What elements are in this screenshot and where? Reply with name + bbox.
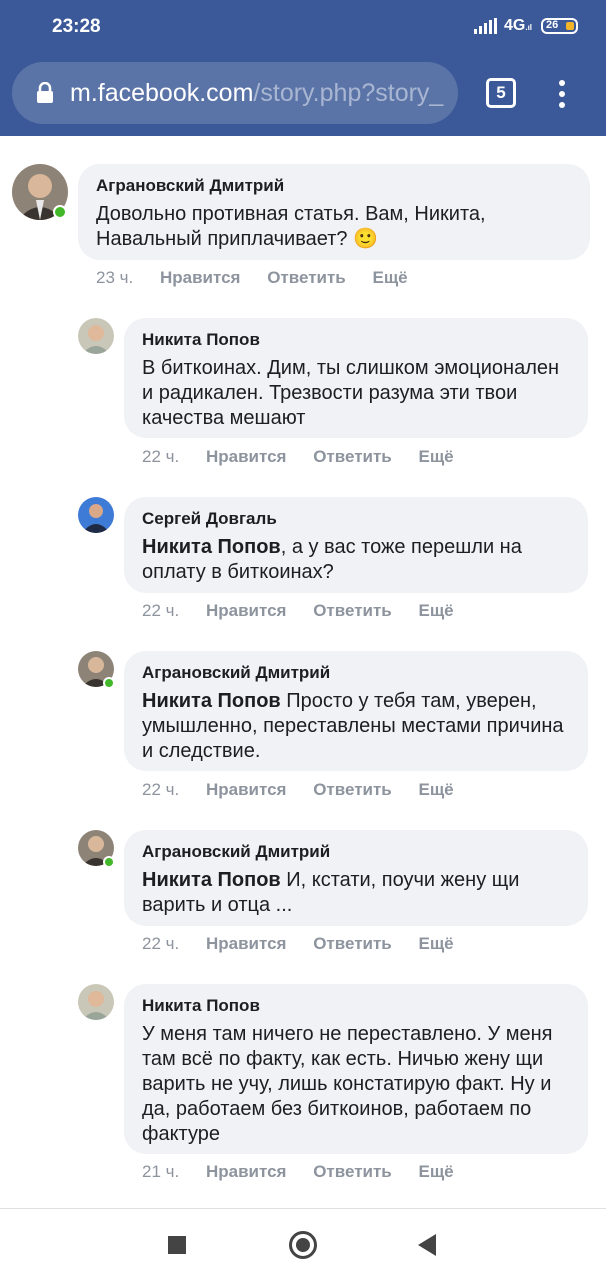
comment-time: 22 ч. (142, 447, 180, 466)
lock-icon (37, 82, 53, 103)
comment-text: У меня там ничего не переставлено. У мен… (142, 1023, 553, 1145)
comment-time: 22 ч. (142, 601, 180, 620)
comment-text: Никита Попов Просто у тебя там, уверен, … (142, 690, 564, 762)
comment-bubble[interactable]: Никита Попов У меня там ничего не перест… (124, 984, 588, 1154)
comment-author[interactable]: Никита Попов (142, 330, 570, 350)
comment-text: Никита Попов, а у вас тоже перешли на оп… (142, 536, 522, 583)
reply-button[interactable]: Ответить (313, 601, 392, 620)
avatar[interactable] (78, 497, 114, 533)
url-text[interactable]: m.facebook.com/story.php?story_ (70, 79, 450, 108)
comment-author[interactable]: Аграновский Дмитрий (142, 663, 570, 683)
comment-actions: 23 ч. Нравится Ответить Ещё (96, 268, 430, 288)
signal-icon (474, 18, 497, 34)
comment-text: Довольно противная статья. Вам, Никита, … (96, 203, 486, 250)
like-button[interactable]: Нравится (160, 268, 241, 287)
comment-actions: 22 ч. Нравится Ответить Ещё (142, 780, 476, 800)
comment-time: 22 ч. (142, 934, 180, 953)
online-status-icon (103, 856, 115, 868)
comment-bubble[interactable]: Аграновский Дмитрий Довольно противная с… (78, 164, 590, 260)
comment-author[interactable]: Аграновский Дмитрий (96, 176, 572, 196)
comment-time: 23 ч. (96, 268, 134, 287)
comment-author[interactable]: Сергей Довгаль (142, 509, 570, 529)
like-button[interactable]: Нравится (206, 601, 287, 620)
reply-button[interactable]: Ответить (313, 1162, 392, 1181)
like-button[interactable]: Нравится (206, 1162, 287, 1181)
tab-switcher-button[interactable]: 5 (486, 78, 516, 108)
more-button[interactable]: Ещё (418, 780, 453, 799)
like-button[interactable]: Нравится (206, 447, 287, 466)
home-icon[interactable] (289, 1231, 317, 1259)
reply-button[interactable]: Ответить (313, 780, 392, 799)
comment-time: 21 ч. (142, 1162, 180, 1181)
comment-actions: 22 ч. Нравится Ответить Ещё (142, 934, 476, 954)
network-indicator: 4G.ıl (504, 17, 533, 34)
mention-link[interactable]: Никита Попов (142, 536, 281, 558)
comment-actions: 21 ч. Нравится Ответить Ещё (142, 1162, 476, 1182)
more-button[interactable]: Ещё (418, 1162, 453, 1181)
menu-icon[interactable] (557, 80, 567, 108)
battery-level: 26 (546, 19, 559, 31)
mention-link[interactable]: Никита Попов (142, 690, 281, 712)
recent-apps-icon[interactable] (168, 1236, 186, 1254)
avatar[interactable] (78, 318, 114, 354)
like-button[interactable]: Нравится (206, 780, 287, 799)
comment-text: В биткоинах. Дим, ты слишком эмоционален… (142, 357, 560, 429)
system-nav-bar (0, 1208, 606, 1280)
status-time: 23:28 (52, 16, 101, 37)
battery-icon: 26 (541, 18, 578, 34)
reply-button[interactable]: Ответить (313, 934, 392, 953)
reply-button[interactable]: Ответить (267, 268, 346, 287)
address-bar[interactable]: m.facebook.com/story.php?story_ (12, 62, 458, 124)
comment-bubble[interactable]: Сергей Довгаль Никита Попов, а у вас тож… (124, 497, 588, 593)
comment-actions: 22 ч. Нравится Ответить Ещё (142, 601, 476, 621)
comment-actions: 22 ч. Нравится Ответить Ещё (142, 447, 476, 467)
comment-author[interactable]: Аграновский Дмитрий (142, 842, 570, 862)
back-icon[interactable] (418, 1234, 436, 1256)
mention-link[interactable]: Никита Попов (142, 869, 281, 891)
online-status-icon (103, 677, 115, 689)
reply-button[interactable]: Ответить (313, 447, 392, 466)
more-button[interactable]: Ещё (418, 934, 453, 953)
comment-text: Никита Попов И, кстати, поучи жену щи ва… (142, 869, 520, 916)
like-button[interactable]: Нравится (206, 934, 287, 953)
more-button[interactable]: Ещё (418, 447, 453, 466)
comment-bubble[interactable]: Аграновский Дмитрий Никита Попов Просто … (124, 651, 588, 771)
status-bar: 23:28 4G.ıl 26 (0, 0, 606, 54)
comment-time: 22 ч. (142, 780, 180, 799)
browser-header: 23:28 4G.ıl 26 m.facebook.com/story.php?… (0, 0, 606, 136)
online-status-icon (53, 205, 67, 219)
comment-author[interactable]: Никита Попов (142, 996, 570, 1016)
comment-bubble[interactable]: Никита Попов В биткоинах. Дим, ты слишко… (124, 318, 588, 438)
avatar[interactable] (78, 984, 114, 1020)
more-button[interactable]: Ещё (372, 268, 407, 287)
comment-bubble[interactable]: Аграновский Дмитрий Никита Попов И, кста… (124, 830, 588, 926)
more-button[interactable]: Ещё (418, 601, 453, 620)
